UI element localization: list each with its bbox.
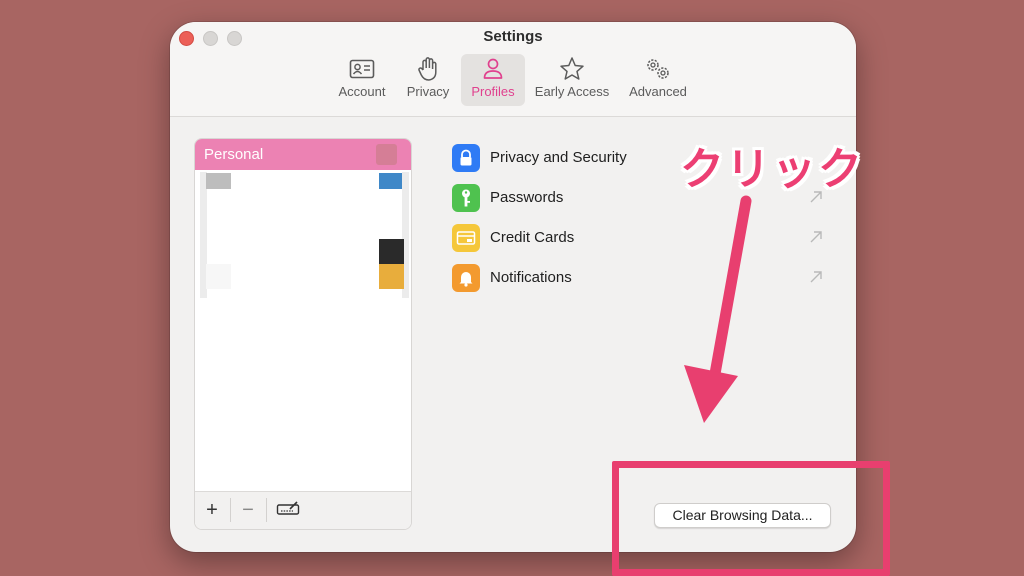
notifications-row[interactable]: Notifications — [452, 264, 842, 292]
redacted-block — [379, 173, 404, 189]
list-toolbar: + − — [195, 491, 411, 529]
toolbar: Settings Account Privacy Profiles Early … — [170, 22, 856, 117]
star-icon — [559, 54, 585, 84]
contact-card-icon — [349, 54, 375, 84]
tab-privacy[interactable]: Privacy — [400, 54, 456, 106]
tab-early-access[interactable]: Early Access — [530, 54, 614, 106]
tab-profiles-label: Profiles — [471, 84, 515, 99]
profile-name: Personal — [204, 146, 264, 163]
profiles-list: Personal + − — [194, 138, 412, 530]
tab-advanced-label: Advanced — [629, 84, 687, 99]
privacy-security-label: Privacy and Security — [490, 149, 627, 166]
window-title: Settings — [483, 28, 543, 45]
highlight-box — [612, 461, 890, 576]
passwords-label: Passwords — [490, 189, 564, 206]
tab-account-label: Account — [338, 84, 386, 99]
redacted-block — [379, 239, 404, 264]
list-item[interactable]: Personal — [195, 139, 411, 170]
tab-account[interactable]: Account — [332, 54, 392, 106]
redacted-block — [206, 173, 231, 189]
credit-cards-row[interactable]: Credit Cards — [452, 224, 842, 252]
arrow-up-right-icon — [808, 229, 824, 250]
divider — [266, 498, 267, 522]
profile-color-swatch[interactable] — [376, 144, 397, 165]
edit-profile-button[interactable] — [271, 492, 305, 529]
click-annotation-text: クリック — [680, 145, 864, 194]
credit-card-icon — [452, 224, 480, 252]
add-profile-button[interactable]: + — [195, 492, 229, 529]
notifications-label: Notifications — [490, 269, 572, 286]
tab-early-access-label: Early Access — [534, 84, 610, 99]
tab-profiles[interactable]: Profiles — [461, 54, 525, 106]
hand-icon — [417, 54, 439, 84]
annotation-arrow — [684, 195, 752, 423]
redacted-block — [206, 264, 231, 289]
tab-advanced[interactable]: Advanced — [624, 54, 692, 106]
tab-privacy-label: Privacy — [406, 84, 450, 99]
remove-profile-button[interactable]: − — [231, 492, 265, 529]
key-icon — [452, 184, 480, 212]
person-icon — [482, 54, 504, 84]
lock-icon — [452, 144, 480, 172]
signature-icon — [276, 499, 300, 522]
arrow-up-right-icon — [808, 269, 824, 290]
redacted-block — [379, 264, 404, 289]
bell-icon — [452, 264, 480, 292]
credit-cards-label: Credit Cards — [490, 229, 575, 246]
gears-icon — [643, 54, 673, 84]
